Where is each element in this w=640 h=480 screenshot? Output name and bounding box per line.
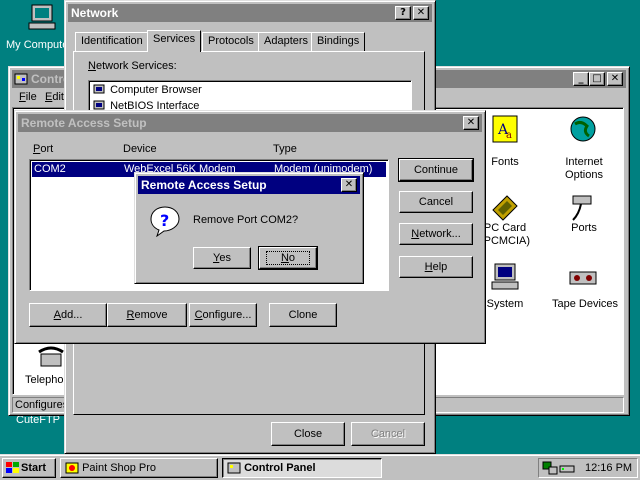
confirm-title: Remote Access Setup [141,178,267,192]
network-close-button[interactable]: ✕ [413,6,429,20]
item-tape-devices[interactable]: Tape Devices [543,262,627,312]
services-label: Network Services: [88,60,177,72]
telephony-icon [38,346,64,367]
clone-button[interactable]: Clone [269,303,337,327]
help-button[interactable]: Help [399,256,473,278]
task-control-panel[interactable]: Control Panel [222,458,382,478]
col-type: Type [273,143,297,155]
system-icon [491,263,519,290]
add-button[interactable]: Add... [29,303,107,327]
start-label: Start [21,462,47,474]
menu-file[interactable]: File [19,91,37,103]
col-device: Device [123,143,157,155]
item-ports[interactable]: Ports [549,192,619,252]
task-paint-shop-pro[interactable]: Paint Shop Pro [60,458,218,478]
confirm-titlebar: Remote Access Setup ✕ [138,176,360,194]
my-computer-icon [28,4,56,30]
item-internet-options-label: Internet Options [565,156,603,181]
ras-title: Remote Access Setup [21,116,147,130]
continue-button[interactable]: Continue [398,158,474,182]
network-close-dialog-button[interactable]: Close [271,422,345,446]
start-button[interactable]: Start [2,458,56,478]
svg-text:a: a [506,130,512,141]
paint-shop-pro-icon [65,462,79,474]
internet-options-icon [570,116,596,142]
network-cancel-button: Cancel [351,422,425,446]
ras-cancel-button[interactable]: Cancel [399,191,473,213]
pc-card-icon [492,195,518,221]
my-computer-label: My Compute [6,39,69,51]
minimize-button[interactable]: _ [573,72,589,86]
list-item[interactable]: Computer Browser [93,84,202,96]
row-port: COM2 [34,163,66,175]
control-panel-title-icon [14,73,28,85]
tab-bindings[interactable]: Bindings [311,32,366,51]
item-tape-devices-label: Tape Devices [551,298,619,310]
remove-button[interactable]: Remove [107,303,187,327]
tape-devices-icon [569,271,597,285]
network-button[interactable]: Network... [399,223,473,245]
taskbar: Start Paint Shop Pro Control Panel 12:16… [0,454,640,480]
yes-button[interactable]: Yes [193,247,251,269]
status-text: Configures [15,399,69,411]
system-tray: 12:16 PM [538,458,638,478]
control-panel-task-icon [227,462,241,474]
network-titlebar: Network ? ✕ [68,4,432,22]
close-button[interactable]: ✕ [607,72,623,86]
network-service-icon [93,84,105,94]
clock[interactable]: 12:16 PM [585,462,632,474]
item-ports-label: Ports [571,222,597,234]
maximize-button[interactable]: □ [589,72,605,86]
ras-titlebar: Remote Access Setup ✕ [18,114,482,132]
confirm-dialog: Remote Access Setup ✕ ? Remove Port COM2… [134,172,364,284]
tab-identification[interactable]: Identification [75,32,149,51]
modem-tray-icon[interactable] [559,460,575,476]
no-button[interactable]: No [258,246,318,270]
network-title: Network [71,6,119,20]
help-title-button[interactable]: ? [395,6,411,20]
ras-close-button[interactable]: ✕ [463,116,479,130]
tab-protocols[interactable]: Protocols [202,32,260,51]
network-tray-icon[interactable] [542,460,558,476]
confirm-close-button[interactable]: ✕ [341,178,357,192]
windows-logo-icon [6,462,19,474]
question-icon: ? [150,206,180,237]
my-computer-desktop-icon[interactable]: My Compute [6,2,68,52]
item-internet-options[interactable]: Internet Options [549,114,619,181]
tab-services[interactable]: Services [147,30,202,52]
confirm-message: Remove Port COM2? [193,214,299,226]
configure-button[interactable]: Configure... [189,303,257,327]
tab-adapters[interactable]: Adapters [258,32,315,51]
col-port: Port [33,143,54,155]
menu-edit[interactable]: Edit [45,91,64,103]
ports-icon [572,195,592,221]
fonts-icon: A a [492,115,518,143]
svg-text:?: ? [160,211,169,230]
